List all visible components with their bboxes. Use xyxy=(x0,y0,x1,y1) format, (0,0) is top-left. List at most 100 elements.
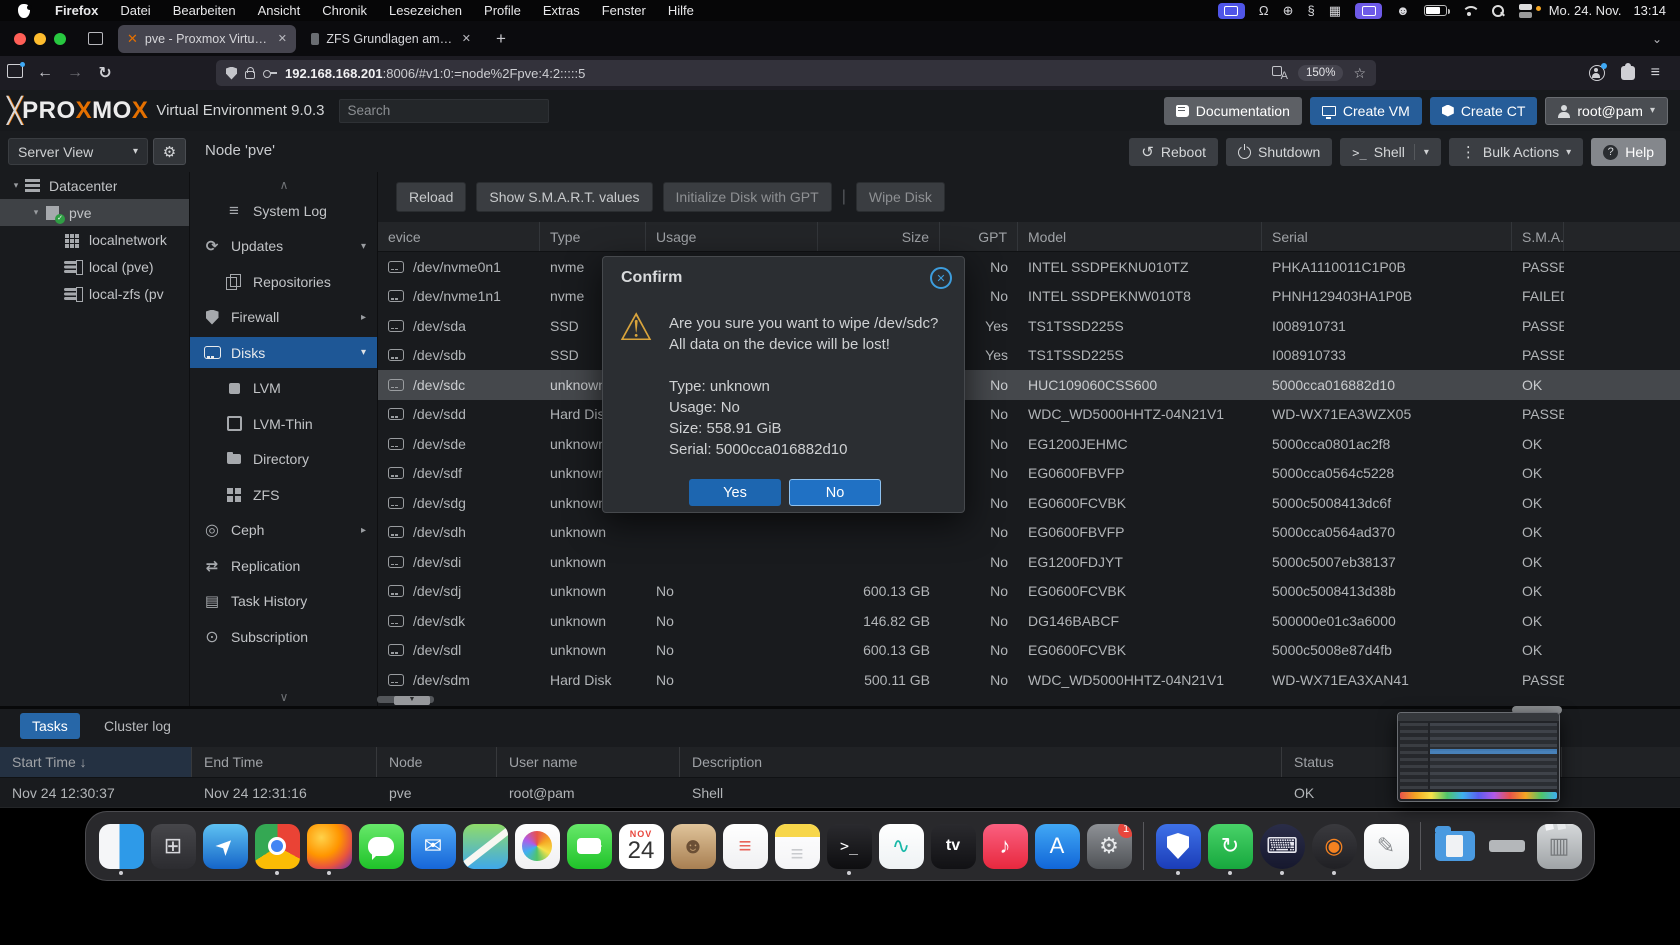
nav-item-zfs[interactable]: ZFS xyxy=(190,479,378,510)
firefox-account-icon[interactable] xyxy=(1589,65,1605,81)
keyboard-icon[interactable]: ▦ xyxy=(1329,3,1341,19)
menu-item-firefox[interactable]: Firefox xyxy=(44,0,109,21)
dock-icon-downloads-folder[interactable] xyxy=(1432,817,1478,875)
wipe-disk-button[interactable]: Wipe Disk xyxy=(856,182,945,212)
nav-item-repositories[interactable]: Repositories xyxy=(190,266,378,297)
spotlight-icon[interactable] xyxy=(1491,4,1505,18)
dock-icon-openvpn-app[interactable]: ◉ xyxy=(1311,817,1357,875)
disk-row[interactable]: /dev/sdfunknownNoEG0600FBVFP5000cca0564c… xyxy=(378,459,1680,489)
dock-icon-music[interactable]: ♪ xyxy=(982,817,1028,875)
saved-password-icon[interactable] xyxy=(263,70,277,76)
tree-item-pve[interactable]: ▾pve xyxy=(0,199,189,226)
tab-close-icon[interactable]: ✕ xyxy=(278,32,287,45)
headphones-icon[interactable]: Ω xyxy=(1259,3,1269,18)
disk-row[interactable]: /dev/sdhunknownNoEG0600FBVFP5000cca0564a… xyxy=(378,518,1680,548)
screen-mirroring-icon[interactable] xyxy=(1218,3,1245,19)
url-bar[interactable]: 192.168.168.201:8006/#v1:0:=node%2Fpve:4… xyxy=(216,60,1376,86)
disk-row[interactable]: /dev/sdaSSDpartitions1.02 TBYesTS1TSSD22… xyxy=(378,311,1680,341)
zoom-window-button[interactable] xyxy=(54,33,66,45)
nav-item-system-log[interactable]: System Log xyxy=(190,195,378,226)
task-column-start-time-[interactable]: Start Time ↓ xyxy=(0,747,192,777)
tree-item-local-pve-[interactable]: local (pve) xyxy=(0,253,189,280)
splitter-collapse-handle[interactable]: ▼ xyxy=(394,696,430,705)
reload-button[interactable]: Reload xyxy=(396,182,466,212)
dock-icon-launchpad[interactable]: ⊞ xyxy=(150,817,196,875)
column-header-gpt[interactable]: GPT xyxy=(940,222,1018,251)
user-menu-button[interactable]: root@pam▾ xyxy=(1545,97,1668,125)
dock-icon-notes[interactable]: ≡ xyxy=(774,817,820,875)
disk-row[interactable]: /dev/sdbSSDYesTS1TSSD225SI008910733PASSE… xyxy=(378,341,1680,371)
tree-item-localnetwork[interactable]: localnetwork xyxy=(0,226,189,253)
create-vm-button[interactable]: Create VM xyxy=(1310,97,1422,125)
column-header-s-m-a-r-t-[interactable]: S.M.A.R.T. xyxy=(1512,222,1564,251)
disk-row[interactable]: /dev/sdcunknownNoHUC109060CSS6005000cca0… xyxy=(378,370,1680,400)
nav-item-replication[interactable]: Replication xyxy=(190,550,378,581)
nav-item-lvm-thin[interactable]: LVM-Thin xyxy=(190,408,378,439)
dock-icon-textedit[interactable]: ✎ xyxy=(1363,817,1409,875)
menu-item-datei[interactable]: Datei xyxy=(109,0,161,21)
dock-icon-firefox[interactable] xyxy=(306,817,352,875)
dock-icon-apple-tv[interactable]: tv xyxy=(930,817,976,875)
url-text[interactable]: 192.168.168.201:8006/#v1:0:=node%2Fpve:4… xyxy=(285,66,585,81)
column-header-size[interactable]: Size xyxy=(818,222,940,251)
menu-item-chronik[interactable]: Chronik xyxy=(311,0,378,21)
stage-manager-icon[interactable] xyxy=(1355,3,1382,19)
task-column-node[interactable]: Node xyxy=(377,747,497,777)
globe-icon[interactable]: ⊕ xyxy=(1283,3,1294,19)
yes-button[interactable]: Yes xyxy=(689,479,781,506)
app-menu-icon[interactable]: ≡ xyxy=(1651,64,1660,82)
tab-tasks[interactable]: Tasks xyxy=(20,713,80,739)
dock-icon-mail[interactable]: ✉ xyxy=(410,817,456,875)
nav-item-updates[interactable]: Updates▾ xyxy=(190,231,378,262)
reload-icon[interactable]: ↻ xyxy=(90,63,120,83)
list-tabs-chevron-icon[interactable]: ⌄ xyxy=(1652,32,1662,46)
translate-icon[interactable] xyxy=(1272,66,1288,80)
dock-icon-finder[interactable] xyxy=(98,817,144,875)
dock-icon-wave-app[interactable]: ∿ xyxy=(878,817,924,875)
dock-icon-shield-app[interactable] xyxy=(1155,817,1201,875)
disk-row[interactable]: /dev/sdiunknownNoEG1200FDJYT5000c5007eb3… xyxy=(378,547,1680,577)
dock-icon-app-store[interactable]: A xyxy=(1034,817,1080,875)
task-column-end-time[interactable]: End Time xyxy=(192,747,377,777)
tree-expander-icon[interactable]: ▾ xyxy=(10,180,22,191)
shell-button[interactable]: Shell▾ xyxy=(1340,138,1441,166)
accessibility-icon[interactable]: § xyxy=(1308,3,1315,18)
menu-item-fenster[interactable]: Fenster xyxy=(591,0,657,21)
nav-item-firewall[interactable]: Firewall▸ xyxy=(190,302,378,333)
dock-icon-reminders[interactable]: ≡ xyxy=(722,817,768,875)
dock-icon-photos[interactable] xyxy=(514,817,560,875)
dock-icon-messages[interactable] xyxy=(358,817,404,875)
view-settings-button[interactable]: ⚙ xyxy=(153,138,186,165)
minimize-window-button[interactable] xyxy=(34,33,46,45)
tab-close-icon[interactable]: ✕ xyxy=(462,32,471,45)
column-header-usage[interactable]: Usage xyxy=(646,222,818,251)
dock-icon-chrome[interactable] xyxy=(254,817,300,875)
help-button[interactable]: ?Help xyxy=(1591,138,1666,166)
disk-row[interactable]: /dev/sdkunknownNo146.82 GBNoDG146BABCF50… xyxy=(378,606,1680,636)
disk-row[interactable]: /dev/sdeunknownNoEG1200JEHMC5000cca0801a… xyxy=(378,429,1680,459)
dock-icon-system-settings[interactable]: ⚙1 xyxy=(1086,817,1132,875)
back-icon[interactable]: ← xyxy=(30,64,60,82)
dock-icon-sync-app[interactable]: ↻ xyxy=(1207,817,1253,875)
shutdown-button[interactable]: Shutdown xyxy=(1226,138,1332,166)
show-smart-button[interactable]: Show S.M.A.R.T. values xyxy=(476,182,652,212)
new-tab-button[interactable]: + xyxy=(486,29,516,49)
disk-row[interactable]: /dev/nvme0n1nvmeNo1.02 TBNoINTEL SSDPEKN… xyxy=(378,252,1680,282)
firefox-view-icon[interactable] xyxy=(82,28,108,50)
dock-icon-contacts[interactable]: ☻ xyxy=(670,817,716,875)
tree-item-datacenter[interactable]: ▾Datacenter xyxy=(0,172,189,199)
dock-icon-facetime[interactable] xyxy=(566,817,612,875)
wifi-icon[interactable] xyxy=(1461,5,1477,17)
menu-item-hilfe[interactable]: Hilfe xyxy=(657,0,705,21)
reboot-button[interactable]: Reboot xyxy=(1129,138,1218,166)
chevron-down-icon[interactable]: ▾ xyxy=(1424,147,1429,158)
tree-expander-icon[interactable]: ▾ xyxy=(30,207,42,218)
nav-item-directory[interactable]: Directory xyxy=(190,444,378,475)
disk-row[interactable]: /dev/sdlunknownNo600.13 GBNoEG0600FCVBK5… xyxy=(378,636,1680,666)
nav-scroll-down-icon[interactable]: ∨ xyxy=(190,690,378,704)
nav-item-disks[interactable]: Disks▾ xyxy=(190,337,378,368)
apple-menu-icon[interactable] xyxy=(18,4,30,18)
forward-icon[interactable]: → xyxy=(60,64,90,82)
task-column-user-name[interactable]: User name xyxy=(497,747,680,777)
dock-icon-terminal[interactable]: >_ xyxy=(826,817,872,875)
